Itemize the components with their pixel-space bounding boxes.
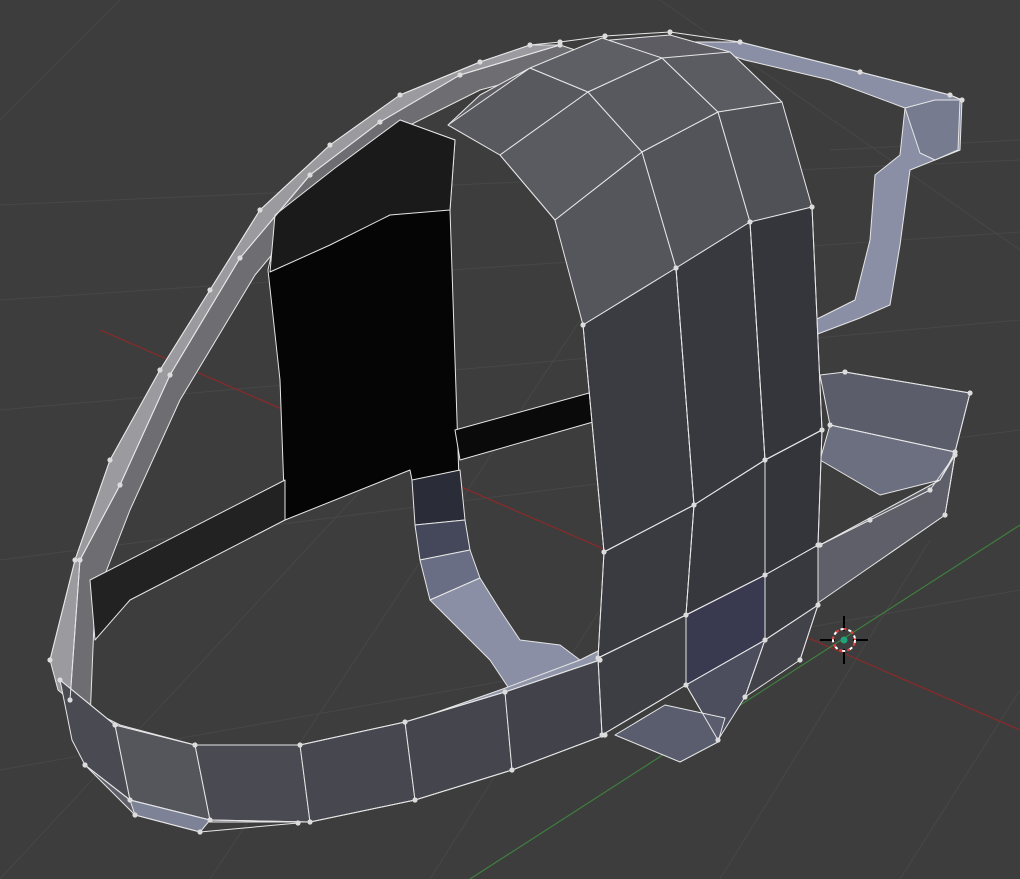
mesh-vertex[interactable]: [377, 119, 383, 125]
mesh-vertex[interactable]: [397, 92, 403, 98]
mesh-vertex[interactable]: [295, 820, 301, 826]
mesh-vertex[interactable]: [112, 722, 118, 728]
mesh-vertex[interactable]: [601, 549, 607, 555]
mesh-vertex[interactable]: [402, 719, 408, 725]
mesh-vertex[interactable]: [557, 42, 563, 48]
mesh-vertex[interactable]: [307, 819, 313, 825]
mesh-vertex[interactable]: [132, 812, 138, 818]
mesh-vertex[interactable]: [927, 487, 933, 493]
mesh-vertex[interactable]: [47, 657, 53, 663]
mesh-vertex[interactable]: [117, 482, 123, 488]
mesh-vertex[interactable]: [959, 97, 965, 103]
mesh-face: [411, 469, 466, 526]
mesh-vertex[interactable]: [715, 737, 721, 743]
viewport-canvas[interactable]: [0, 0, 1020, 879]
mesh-vertex[interactable]: [457, 72, 463, 78]
mesh-vertex[interactable]: [157, 367, 163, 373]
mesh-vertex[interactable]: [599, 732, 605, 738]
mesh-vertex[interactable]: [82, 762, 88, 768]
mesh-vertex[interactable]: [857, 69, 863, 75]
mesh-vertex[interactable]: [307, 172, 313, 178]
mesh-vertex[interactable]: [127, 797, 133, 803]
mesh-vertex[interactable]: [580, 322, 586, 328]
mesh-vertex[interactable]: [967, 390, 973, 396]
mesh-vertex[interactable]: [762, 637, 768, 643]
mesh-vertex[interactable]: [197, 829, 203, 835]
mesh-vertex[interactable]: [667, 29, 673, 35]
mesh-vertex[interactable]: [747, 219, 753, 225]
mesh-vertex[interactable]: [72, 557, 78, 563]
mesh-vertex[interactable]: [192, 742, 198, 748]
mesh-vertex[interactable]: [809, 204, 815, 210]
mesh-vertex[interactable]: [412, 797, 418, 803]
mesh-vertex[interactable]: [502, 689, 508, 695]
3d-cursor-icon[interactable]: [820, 616, 868, 664]
mesh-vertex[interactable]: [683, 682, 689, 688]
mesh-vertex[interactable]: [527, 42, 533, 48]
mesh-vertex[interactable]: [257, 207, 263, 213]
mesh-vertex[interactable]: [57, 677, 63, 683]
mesh-vertex[interactable]: [673, 265, 679, 271]
mesh-vertex[interactable]: [207, 817, 213, 823]
mesh-vertex[interactable]: [867, 517, 873, 523]
mesh-vertex[interactable]: [952, 449, 958, 455]
mesh-vertex[interactable]: [762, 572, 768, 578]
mesh-vertex[interactable]: [819, 427, 825, 433]
mesh-vertex[interactable]: [683, 612, 689, 618]
mesh-vertex[interactable]: [842, 369, 848, 375]
mesh-vertex[interactable]: [947, 92, 953, 98]
mesh-vertex[interactable]: [107, 457, 113, 463]
mesh-vertex[interactable]: [815, 602, 821, 608]
mesh-vertex[interactable]: [327, 142, 333, 148]
mesh-vertex[interactable]: [477, 59, 483, 65]
mesh-face: [299, 721, 416, 823]
mesh-vertex[interactable]: [737, 39, 743, 45]
mesh-vertex[interactable]: [237, 255, 243, 261]
mesh-vertex[interactable]: [77, 557, 83, 563]
mesh-vertex[interactable]: [297, 742, 303, 748]
mesh-vertex[interactable]: [817, 542, 823, 548]
mesh-vertex[interactable]: [167, 372, 173, 378]
mesh-vertex[interactable]: [67, 697, 73, 703]
mesh-vertex[interactable]: [827, 422, 833, 428]
mesh-vertex[interactable]: [691, 502, 697, 508]
mesh-face: [404, 691, 513, 801]
mesh-vertex[interactable]: [797, 657, 803, 663]
mesh-face: [194, 744, 311, 823]
3d-viewport[interactable]: [0, 0, 1020, 879]
mesh-vertex[interactable]: [595, 655, 601, 661]
mesh-vertex[interactable]: [207, 287, 213, 293]
mesh-vertex[interactable]: [509, 767, 515, 773]
mesh-vertex[interactable]: [762, 457, 768, 463]
mesh-vertex[interactable]: [742, 694, 748, 700]
mesh-vertex[interactable]: [942, 512, 948, 518]
mesh-vertex[interactable]: [602, 33, 608, 39]
